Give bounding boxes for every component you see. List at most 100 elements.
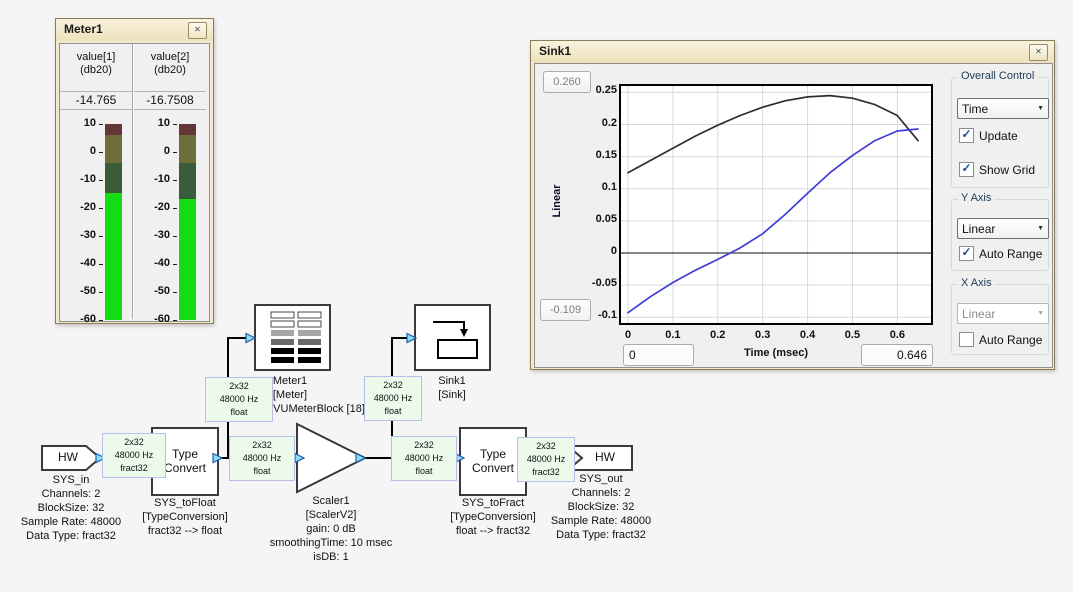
- meter-scale-tick: 0: [62, 145, 96, 157]
- meter-tick-mark: [173, 320, 177, 321]
- meter-tick-mark: [173, 292, 177, 293]
- meter-scale-tick: -60: [62, 313, 96, 325]
- x-tick: 0.1: [653, 329, 693, 341]
- plot-area[interactable]: [621, 86, 931, 323]
- checkbox-box[interactable]: [959, 332, 974, 347]
- y-tick: 0.25: [569, 84, 617, 96]
- meter-tick-mark: [173, 236, 177, 237]
- meter-scale-tick: -50: [136, 285, 170, 297]
- chevron-down-icon: ▼: [1037, 310, 1044, 317]
- meter-scale-tick: 10: [62, 117, 96, 129]
- chevron-down-icon: ▼: [1037, 225, 1044, 232]
- plot-frame: [619, 84, 933, 325]
- meter-tick-mark: [99, 152, 103, 153]
- x-scale-dropdown: Linear ▼: [957, 303, 1049, 324]
- show-grid-checkbox[interactable]: ✓ Show Grid: [959, 162, 1035, 177]
- wire-label: 2x3248000 Hzfloat: [205, 377, 273, 422]
- meter-tick-mark: [99, 180, 103, 181]
- x-tick: 0.3: [743, 329, 783, 341]
- meter-tick-mark: [99, 264, 103, 265]
- meter-tick-mark: [99, 320, 103, 321]
- checkbox-label: Update: [979, 129, 1018, 143]
- sink-block[interactable]: [415, 305, 490, 370]
- meter-bar-segment: [105, 135, 122, 163]
- sink-window-title: Sink1: [539, 44, 571, 58]
- y-auto-range-checkbox[interactable]: ✓ Auto Range: [959, 246, 1042, 261]
- y-tick: -0.05: [569, 277, 617, 289]
- type-convert-1-caption: SYS_toFloat[TypeConversion] fract32 --> …: [115, 496, 255, 538]
- meter-tick-mark: [99, 292, 103, 293]
- meter-scale-tick: -30: [62, 229, 96, 241]
- meter-tick-mark: [99, 208, 103, 209]
- wire-label: 2x3248000 Hzfloat: [229, 436, 295, 481]
- meter-bar-segment: [179, 135, 196, 163]
- checkbox-label: Show Grid: [979, 163, 1035, 177]
- y-tick: 0: [569, 245, 617, 257]
- checkbox-label: Auto Range: [979, 247, 1042, 261]
- meter-scale-tick: 0: [136, 145, 170, 157]
- wire-label: 2x3248000 Hzfloat: [364, 376, 422, 421]
- meter-scale-tick: -50: [62, 285, 96, 297]
- y-scale-dropdown[interactable]: Linear ▼: [957, 218, 1049, 239]
- port-pin[interactable]: [246, 334, 255, 343]
- meter-channel-1-bar: 100-10-20-30-40-50-60: [60, 110, 132, 320]
- application-canvas: HW Type Convert Type Convert HW SYS_inCh…: [0, 0, 1073, 592]
- x-scale-dropdown-value: Linear: [962, 307, 995, 321]
- checkbox-box[interactable]: ✓: [959, 162, 974, 177]
- checkbox-label: Auto Range: [979, 333, 1042, 347]
- meter-channel-2: value[2] (db20) -16.7508 10 0 -10 -20 -30 -40…: [134, 44, 206, 319]
- meter-scale-tick: -20: [62, 201, 96, 213]
- meter-channel-2-value: -16.7508: [134, 92, 206, 110]
- meter-channel-1-header: value[1] (db20): [60, 44, 132, 92]
- meter-bar-segment: [179, 124, 196, 135]
- y-tick: 0.05: [569, 213, 617, 225]
- x-axis-legend: X Axis: [958, 277, 995, 289]
- y-axis-group: Y Axis Linear ▼ ✓ Auto Range: [951, 199, 1049, 271]
- checkbox-box[interactable]: ✓: [959, 246, 974, 261]
- y-axis-label: Linear: [551, 171, 565, 231]
- wire-label: 2x3248000 Hzfract32: [517, 437, 575, 482]
- meter-tick-mark: [173, 208, 177, 209]
- x-auto-range-checkbox[interactable]: Auto Range: [959, 332, 1042, 347]
- x-tick: 0: [608, 329, 648, 341]
- y-tick: 0.15: [569, 149, 617, 161]
- x-axis-group: X Axis Linear ▼ Auto Range: [951, 284, 1049, 355]
- mode-dropdown[interactable]: Time ▼: [957, 98, 1049, 119]
- y-tick: 0.1: [569, 181, 617, 193]
- meter-scale-tick: -30: [136, 229, 170, 241]
- wire-label: 2x3248000 Hzfloat: [391, 436, 457, 481]
- update-checkbox[interactable]: ✓ Update: [959, 128, 1018, 143]
- meter-scale-tick: -40: [62, 257, 96, 269]
- meter-scale-tick: -40: [136, 257, 170, 269]
- mode-dropdown-value: Time: [962, 102, 988, 116]
- sink-window: Sink1 ✕ 0.260 -0.109 Linear 0.250.20.150…: [530, 40, 1055, 370]
- meter-bar-segment: [105, 193, 122, 320]
- meter-scale-tick: -20: [136, 201, 170, 213]
- meter-window-title: Meter1: [64, 22, 103, 36]
- x-max-field[interactable]: 0.646: [861, 344, 933, 366]
- x-tick: 0.4: [788, 329, 828, 341]
- checkbox-box[interactable]: ✓: [959, 128, 974, 143]
- meter-columns: value[1] (db20) -14.765 10 0 -10 -20 -30 -40 -…: [60, 44, 207, 319]
- meter-tick-mark: [173, 264, 177, 265]
- meter-scale-tick: -10: [62, 173, 96, 185]
- wire-label: 2x3248000 Hzfract32: [102, 433, 166, 478]
- sink-window-titlebar[interactable]: Sink1 ✕: [531, 41, 1054, 63]
- meter-window: Meter1 ✕ value[1] (db20) -14.765 10 0 -10 -…: [55, 18, 214, 324]
- close-icon[interactable]: ✕: [188, 22, 207, 39]
- meter-bar-segment: [179, 199, 196, 320]
- x-tick-labels: 00.10.20.30.40.50.6: [619, 329, 933, 343]
- close-icon[interactable]: ✕: [1029, 44, 1048, 61]
- scaler-block[interactable]: [297, 424, 365, 492]
- meter-channel-1-value: -14.765: [60, 92, 132, 110]
- hw-in-label: HW: [42, 450, 94, 464]
- meter-bar-segment: [179, 163, 196, 199]
- x-tick: 0.5: [832, 329, 872, 341]
- meter-scale-tick: 10: [136, 117, 170, 129]
- meter-channel-2-header: value[2] (db20): [134, 44, 206, 92]
- meter-scale-tick: -10: [136, 173, 170, 185]
- meter-window-titlebar[interactable]: Meter1 ✕: [56, 19, 213, 41]
- meter-scale-tick: -60: [136, 313, 170, 325]
- hw-out-caption: SYS_outChannels: 2 BlockSize: 32Sample R…: [530, 472, 672, 542]
- meter-tick-mark: [173, 124, 177, 125]
